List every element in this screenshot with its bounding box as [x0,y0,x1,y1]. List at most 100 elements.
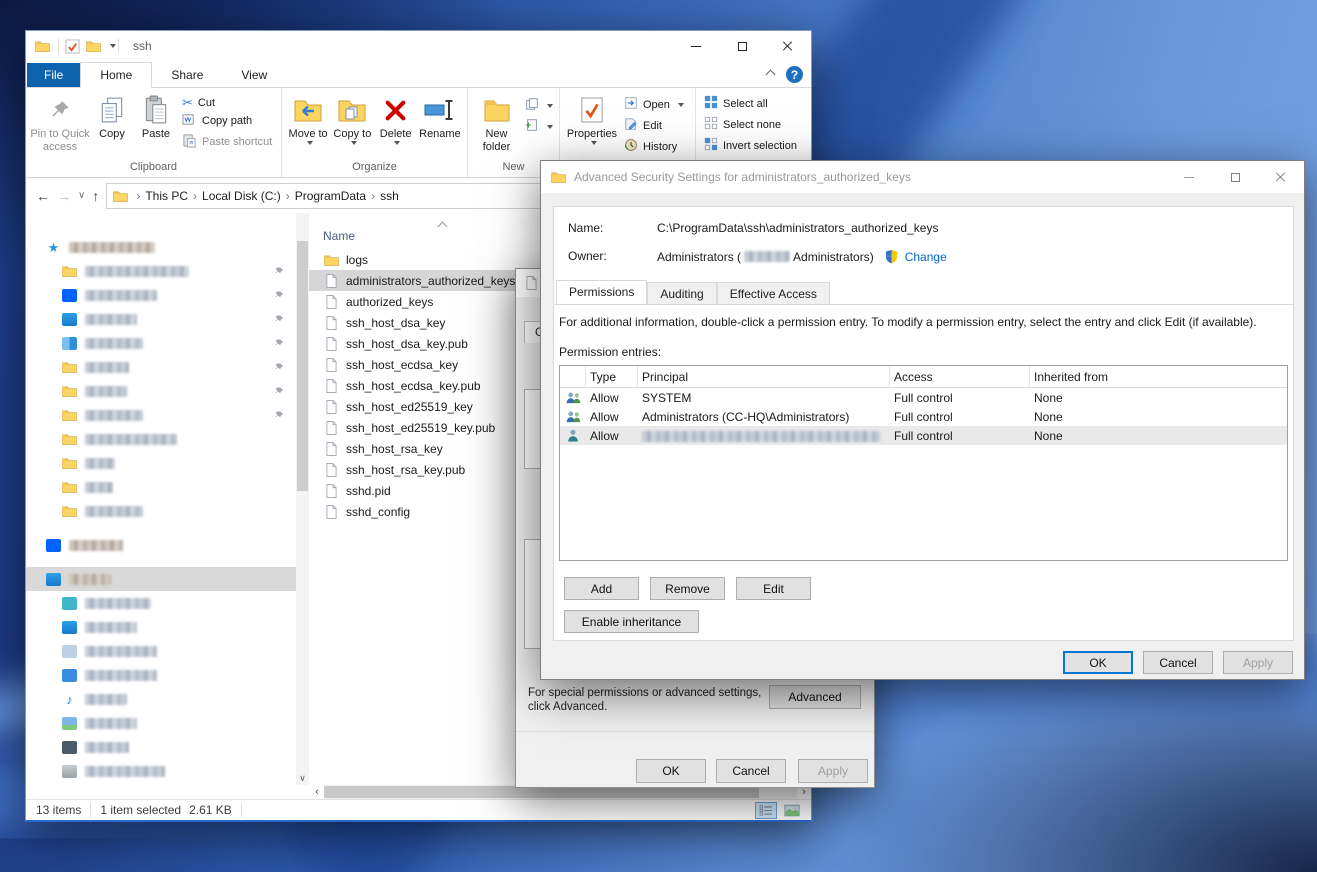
header-principal[interactable]: Principal [638,366,890,388]
delete-button[interactable]: Delete [375,91,417,145]
sidebar-item[interactable]: ♪ [26,687,296,711]
file-icon [323,421,339,435]
sidebar-item[interactable] [26,403,296,427]
sidebar-item[interactable] [26,355,296,379]
back-button[interactable]: ← [36,189,50,203]
tab-share[interactable]: Share [152,63,222,87]
sidebar-item[interactable] [26,639,296,663]
up-button[interactable]: ↑ [92,189,99,203]
easy-access-button[interactable] [525,118,553,135]
qat-customize-chevron-icon[interactable] [110,44,116,48]
breadcrumb-item[interactable]: This PC [142,187,191,205]
redacted-label [85,314,137,325]
scroll-left-arrow[interactable]: ‹ [310,785,324,799]
close-button[interactable] [765,31,811,61]
sidebar-item[interactable] [26,567,296,591]
paste-button[interactable]: Paste [134,91,178,141]
breadcrumb-item[interactable]: ssh [377,187,402,205]
security-ok-button[interactable]: OK [1063,651,1133,674]
tab-view[interactable]: View [222,63,286,87]
permission-entry-row[interactable]: AllowFull controlNone [560,426,1287,445]
help-button[interactable]: ? [786,66,803,83]
cut-button[interactable]: ✂ Cut [182,96,272,109]
thumbnail-view-button[interactable] [781,802,803,819]
maximize-button[interactable] [719,31,765,61]
sidebar-item[interactable] [26,283,296,307]
tab-effective-access[interactable]: Effective Access [717,282,830,305]
qat-new-folder-icon[interactable] [86,40,101,52]
sort-ascending-icon[interactable] [438,222,448,232]
sidebar-item[interactable] [26,451,296,475]
header-type[interactable]: Type [586,366,638,388]
edit-button[interactable]: Edit [736,577,811,600]
security-minimize-button[interactable] [1166,161,1212,193]
sidebar-item[interactable] [26,663,296,687]
advanced-button[interactable]: Advanced [769,685,861,709]
remove-button[interactable]: Remove [650,577,725,600]
breadcrumb-separator-icon[interactable]: › [284,189,292,203]
minimize-button[interactable] [673,31,719,61]
header-inherited-from[interactable]: Inherited from [1030,366,1287,388]
sidebar-item[interactable] [26,475,296,499]
edit-button[interactable]: Edit [624,117,684,134]
sidebar-scrollbar[interactable]: ∨ [296,213,309,785]
recent-locations-chevron-icon[interactable]: ∨ [78,189,85,203]
security-cancel-button[interactable]: Cancel [1143,651,1213,674]
column-header-name[interactable]: Name [323,229,355,243]
sidebar-item[interactable] [26,259,296,283]
new-item-button[interactable] [525,97,553,114]
pin-to-quick-access-button[interactable]: Pin to Quick access [30,91,90,153]
sidebar-item[interactable] [26,499,296,523]
history-button[interactable]: History [624,138,684,155]
tab-file[interactable]: File [27,63,80,87]
move-to-button[interactable]: Move to [286,91,330,145]
rename-button[interactable]: Rename [417,91,463,141]
sidebar-scrollbar-thumb[interactable] [297,241,308,491]
sidebar-item[interactable] [26,307,296,331]
breadcrumb-item[interactable]: ProgramData [292,187,369,205]
change-owner-link[interactable]: Change [905,250,947,264]
permission-entry-row[interactable]: AllowSYSTEMFull controlNone [560,388,1287,407]
properties-ok-button[interactable]: OK [636,759,706,783]
sidebar-item[interactable] [26,759,296,783]
forward-button[interactable]: → [57,189,71,203]
select-all-button[interactable]: Select all [704,95,797,112]
breadcrumb-item[interactable]: Local Disk (C:) [199,187,284,205]
permission-entry-row[interactable]: AllowAdministrators (CC-HQ\Administrator… [560,407,1287,426]
sidebar-item[interactable] [26,735,296,759]
copy-path-button[interactable]: Copy path [182,113,272,129]
sidebar-item[interactable]: ★ [26,235,296,259]
sidebar-item[interactable] [26,331,296,355]
breadcrumb-separator-icon[interactable]: › [134,189,142,203]
header-access[interactable]: Access [890,366,1030,388]
copy-to-button[interactable]: Copy to [330,91,374,145]
scrollbar-down-arrow[interactable]: ∨ [296,772,309,785]
enable-inheritance-button[interactable]: Enable inheritance [564,610,699,633]
properties-cancel-button[interactable]: Cancel [716,759,786,783]
security-close-button[interactable] [1258,161,1304,193]
sidebar-item[interactable] [26,615,296,639]
sidebar-item[interactable] [26,591,296,615]
sidebar-item[interactable] [26,533,296,557]
sidebar-item[interactable] [26,711,296,735]
open-button[interactable]: Open [624,96,684,113]
sidebar-item[interactable] [26,427,296,451]
paste-shortcut-button[interactable]: Paste shortcut [182,133,272,151]
qat-properties-icon[interactable] [65,39,80,54]
tab-home[interactable]: Home [80,62,152,88]
invert-selection-button[interactable]: Invert selection [704,137,797,154]
breadcrumb-separator-icon[interactable]: › [191,189,199,203]
file-row[interactable]: logs [309,249,561,270]
ribbon-collapse-icon[interactable] [766,70,776,80]
sidebar-item[interactable] [26,379,296,403]
copy-button[interactable]: Copy [90,91,134,141]
tab-permissions[interactable]: Permissions [556,280,647,305]
select-none-button[interactable]: Select none [704,116,797,133]
properties-button[interactable]: Properties [564,91,620,145]
tab-auditing[interactable]: Auditing [647,282,716,305]
details-view-button[interactable] [755,802,777,819]
add-button[interactable]: Add [564,577,639,600]
security-maximize-button[interactable] [1212,161,1258,193]
breadcrumb-separator-icon[interactable]: › [369,189,377,203]
new-folder-button[interactable]: New folder [472,91,521,153]
